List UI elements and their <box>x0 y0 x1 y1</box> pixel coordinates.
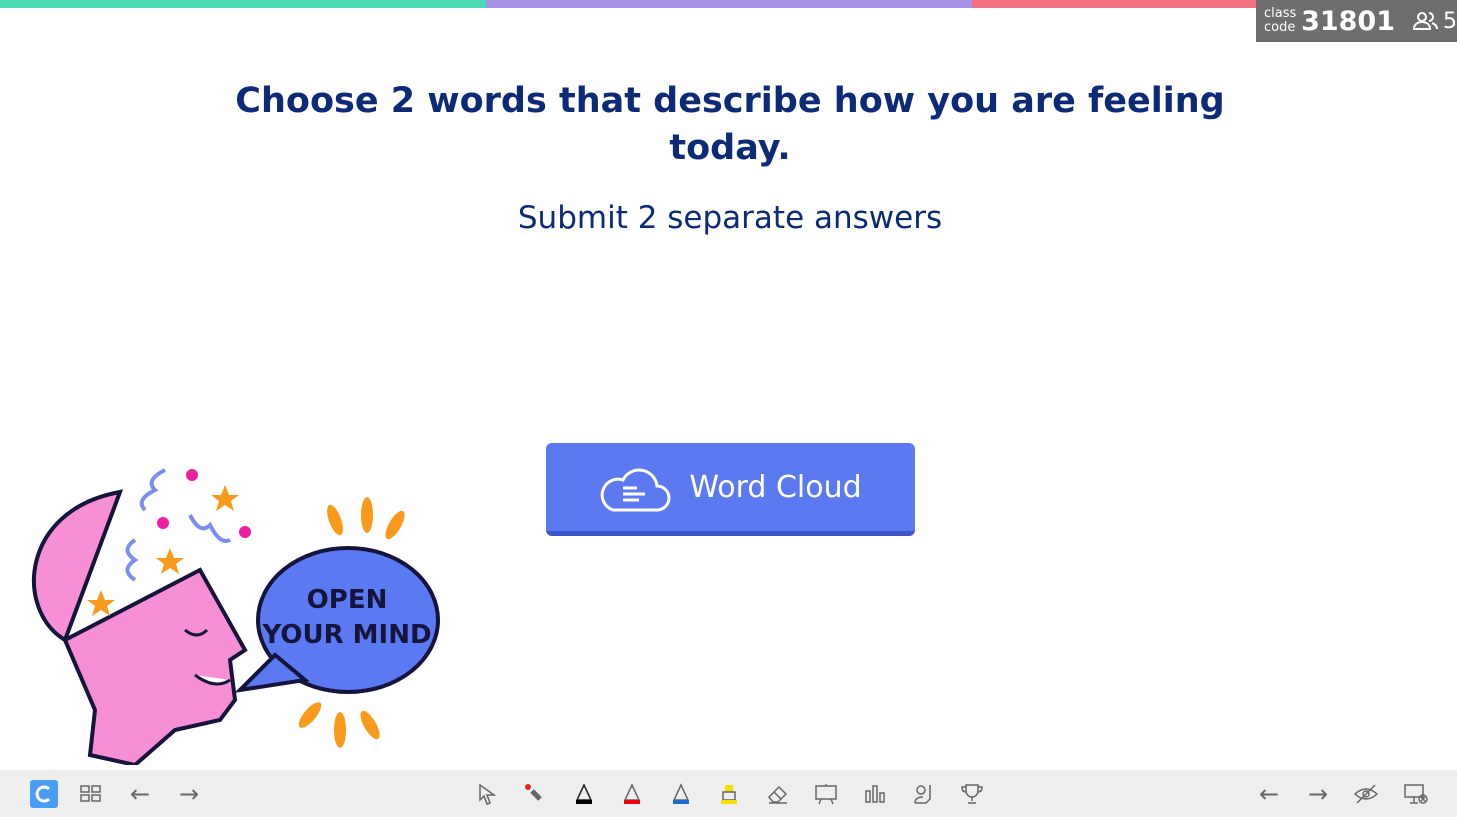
next-slide-icon[interactable]: → <box>1302 778 1334 810</box>
blue-pen-icon[interactable] <box>665 778 697 810</box>
open-your-mind-illustration: OPEN YOUR MIND <box>32 468 440 765</box>
word-cloud-button[interactable]: Word Cloud <box>546 443 915 536</box>
red-pen-icon[interactable] <box>616 778 648 810</box>
illustration-text: OPEN <box>307 585 388 615</box>
student-seat-icon[interactable] <box>907 778 939 810</box>
bottom-toolbar: ← → ← → <box>0 770 1457 817</box>
end-presentation-icon[interactable] <box>1400 778 1432 810</box>
hide-icon[interactable] <box>1350 778 1382 810</box>
eraser-icon[interactable] <box>762 778 794 810</box>
black-pen-icon[interactable] <box>568 778 600 810</box>
slide-title: Choose 2 words that describe how you are… <box>235 81 1225 168</box>
illustration-text: YOUR MIND <box>261 620 431 650</box>
yellow-highlighter-icon[interactable] <box>713 778 745 810</box>
slide-subtitle: Submit 2 separate answers <box>517 200 943 236</box>
forward-arrow-icon[interactable]: → <box>173 778 205 810</box>
class-code-label: class code <box>1264 6 1297 35</box>
grid-icon[interactable] <box>75 778 107 810</box>
word-cloud-label: Word Cloud <box>689 469 862 505</box>
poll-icon[interactable] <box>859 778 891 810</box>
class-code: 31801 <box>1301 5 1395 37</box>
whiteboard-icon[interactable] <box>810 778 842 810</box>
people-icon <box>1413 12 1438 30</box>
pointer-icon[interactable] <box>471 778 503 810</box>
app-logo[interactable] <box>28 778 60 810</box>
cloud-icon <box>601 468 671 512</box>
laser-pointer-icon[interactable] <box>519 778 551 810</box>
trophy-icon[interactable] <box>956 778 988 810</box>
participant-count: 5 <box>1413 9 1457 34</box>
progress-bar-purple <box>486 0 972 8</box>
back-arrow-icon[interactable]: ← <box>124 778 156 810</box>
class-code-badge: class code 31801 5 <box>1256 0 1457 42</box>
progress-bar-green <box>0 0 486 8</box>
previous-slide-icon[interactable]: ← <box>1253 778 1285 810</box>
